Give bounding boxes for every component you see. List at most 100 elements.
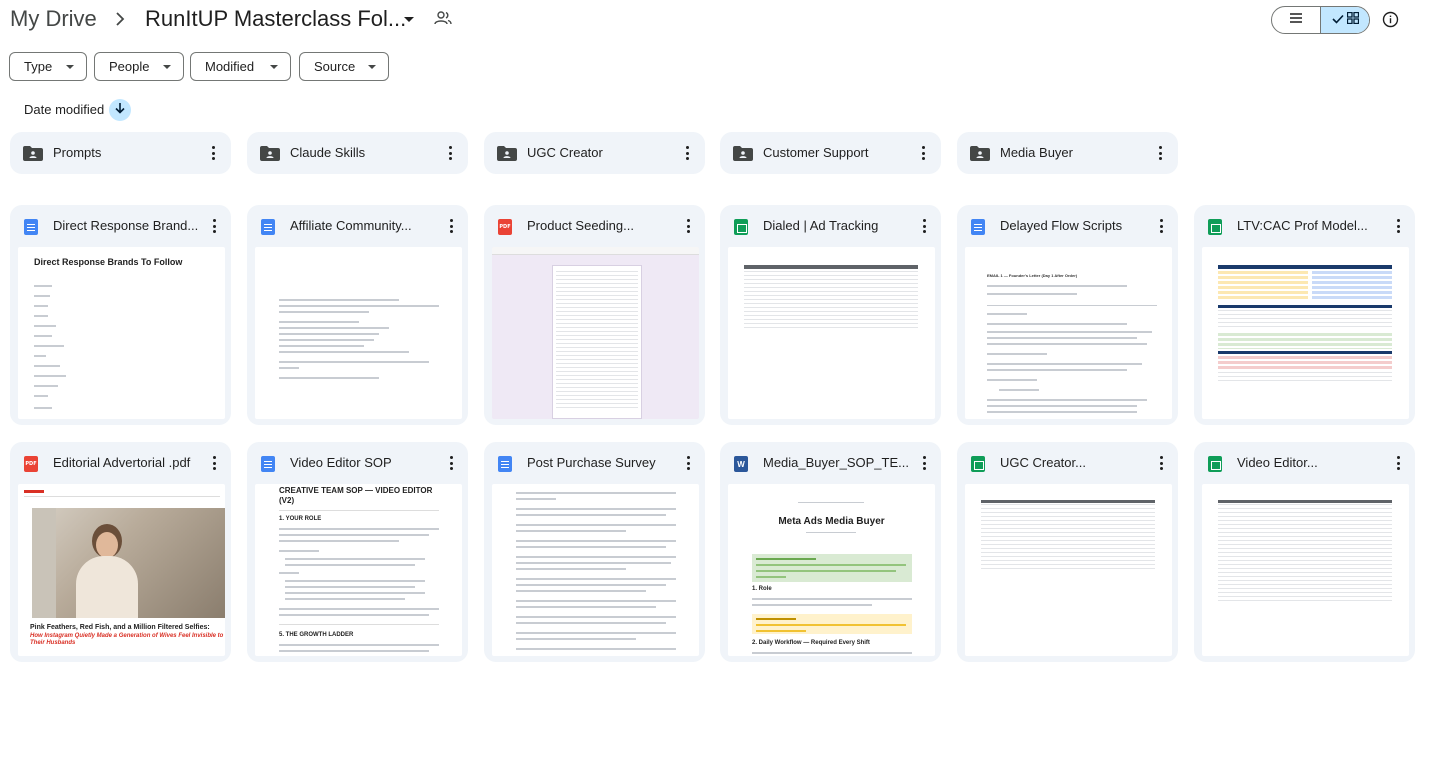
filter-people-label: People	[109, 59, 150, 74]
folder-card[interactable]: Customer Support	[720, 132, 941, 174]
file-thumbnail	[255, 247, 462, 419]
google-sheets-icon	[1208, 456, 1222, 472]
file-card[interactable]: LTV:CAC Prof Model...	[1194, 205, 1415, 425]
file-thumbnail: EMAIL 1 — Founder's Letter (Day 1 After …	[965, 247, 1172, 419]
file-card[interactable]: PDF Product Seeding...	[484, 205, 705, 425]
more-vert-icon[interactable]	[212, 456, 216, 470]
filter-type[interactable]: Type	[9, 52, 87, 81]
file-thumbnail: Direct Response Brands To Follow	[18, 247, 225, 419]
arrow-drop-down-icon	[270, 65, 278, 69]
more-vert-icon[interactable]	[449, 456, 453, 470]
file-name: Delayed Flow Scripts	[1000, 218, 1123, 233]
thumbnail-section: 1. Role	[752, 586, 772, 592]
file-card[interactable]: Video Editor SOP CREATIVE TEAM SOP — VID…	[247, 442, 468, 662]
breadcrumb-my-drive[interactable]: My Drive	[10, 6, 97, 32]
shared-folder-icon	[970, 146, 990, 166]
thumbnail-title: Direct Response Brands To Follow	[34, 257, 183, 267]
more-vert-icon[interactable]	[686, 219, 690, 233]
file-card[interactable]: Dialed | Ad Tracking	[720, 205, 941, 425]
article-hero-image	[32, 508, 225, 618]
file-card[interactable]: Delayed Flow Scripts EMAIL 1 — Founder's…	[957, 205, 1178, 425]
file-name: LTV:CAC Prof Model...	[1237, 218, 1368, 233]
word-document-icon: W	[734, 456, 748, 472]
more-vert-icon[interactable]	[449, 219, 453, 233]
view-toggle	[1271, 6, 1370, 34]
article-subhead: How Instagram Quietly Made a Generation …	[30, 633, 224, 646]
folder-name: Claude Skills	[290, 145, 366, 160]
google-sheets-icon	[734, 219, 748, 235]
more-vert-icon[interactable]	[448, 146, 452, 160]
google-sheets-icon	[1208, 219, 1222, 235]
folder-name: Prompts	[53, 145, 102, 160]
thumbnail-section: 2. Daily Workflow — Required Every Shift	[752, 640, 870, 646]
arrow-drop-down-icon	[368, 65, 376, 69]
file-thumbnail	[1202, 484, 1409, 656]
thumbnail-title: EMAIL 1 — Founder's Letter (Day 1 After …	[987, 273, 1078, 278]
file-thumbnail	[965, 484, 1172, 656]
more-vert-icon[interactable]	[1159, 456, 1163, 470]
people-icon[interactable]	[434, 10, 452, 31]
sort-direction-button[interactable]	[109, 99, 131, 121]
filter-source[interactable]: Source	[299, 52, 389, 81]
sort-label[interactable]: Date modified	[24, 102, 104, 117]
file-thumbnail	[1202, 247, 1409, 419]
file-thumbnail	[492, 484, 699, 656]
google-docs-icon	[971, 219, 985, 235]
header-bar: My Drive RunItUP Masterclass Fol...	[0, 0, 1448, 42]
file-card[interactable]: UGC Creator...	[957, 442, 1178, 662]
thumbnail-section: 5. THE GROWTH LADDER	[279, 632, 354, 638]
file-name: Video Editor...	[1237, 455, 1318, 470]
google-docs-icon	[261, 456, 275, 472]
file-name: Direct Response Brand...	[53, 218, 199, 233]
file-card[interactable]: W Media_Buyer_SOP_TE... Meta Ads Media B…	[720, 442, 941, 662]
grid-view-icon	[1346, 11, 1359, 29]
file-thumbnail: Meta Ads Media Buyer 1. Role 2. Daily Wo…	[728, 484, 935, 656]
pdf-icon: PDF	[498, 219, 512, 235]
more-vert-icon[interactable]	[212, 219, 216, 233]
file-card[interactable]: Affiliate Community...	[247, 205, 468, 425]
more-vert-icon[interactable]	[1158, 146, 1162, 160]
list-view-button[interactable]	[1272, 7, 1320, 33]
file-name: Product Seeding...	[527, 218, 634, 233]
filter-modified-label: Modified	[205, 59, 255, 74]
folder-card[interactable]: Media Buyer	[957, 132, 1178, 174]
more-vert-icon[interactable]	[922, 456, 926, 470]
folder-card[interactable]: Prompts	[10, 132, 231, 174]
arrow-drop-down-icon[interactable]	[402, 12, 416, 30]
shared-folder-icon	[260, 146, 280, 166]
folder-card[interactable]: UGC Creator	[484, 132, 705, 174]
info-icon[interactable]	[1382, 11, 1399, 33]
file-card[interactable]: Video Editor...	[1194, 442, 1415, 662]
breadcrumb-current-folder[interactable]: RunItUP Masterclass Fol...	[145, 6, 406, 32]
thumbnail-title: Meta Ads Media Buyer	[778, 516, 885, 527]
pdf-icon: PDF	[24, 456, 38, 472]
arrow-drop-down-icon	[163, 65, 171, 69]
more-vert-icon[interactable]	[686, 456, 690, 470]
folder-name: UGC Creator	[527, 145, 603, 160]
chevron-right-icon	[113, 9, 127, 29]
folder-card[interactable]: Claude Skills	[247, 132, 468, 174]
file-card[interactable]: Post Purchase Survey	[484, 442, 705, 662]
shared-folder-icon	[23, 146, 43, 166]
file-card[interactable]: PDF Editorial Advertorial .pdf Pink Feat…	[10, 442, 231, 662]
file-card[interactable]: Direct Response Brand... Direct Response…	[10, 205, 231, 425]
more-vert-icon[interactable]	[921, 146, 925, 160]
more-vert-icon[interactable]	[1396, 219, 1400, 233]
shared-folder-icon	[497, 146, 517, 166]
filter-modified[interactable]: Modified	[190, 52, 291, 81]
article-headline: Pink Feathers, Red Fish, and a Million F…	[30, 624, 210, 631]
file-name: Editorial Advertorial .pdf	[53, 455, 191, 470]
file-thumbnail: Pink Feathers, Red Fish, and a Million F…	[18, 484, 225, 656]
folder-name: Customer Support	[763, 145, 869, 160]
thumbnail-section: 1. YOUR ROLE	[279, 516, 322, 522]
file-name: Dialed | Ad Tracking	[763, 218, 879, 233]
more-vert-icon[interactable]	[922, 219, 926, 233]
more-vert-icon[interactable]	[685, 146, 689, 160]
more-vert-icon[interactable]	[211, 146, 215, 160]
filter-people[interactable]: People	[94, 52, 184, 81]
thumbnail-title: CREATIVE TEAM SOP — VIDEO EDITOR (V2)	[279, 486, 433, 505]
grid-view-button[interactable]	[1320, 7, 1369, 33]
more-vert-icon[interactable]	[1159, 219, 1163, 233]
more-vert-icon[interactable]	[1396, 456, 1400, 470]
file-thumbnail	[492, 247, 699, 419]
